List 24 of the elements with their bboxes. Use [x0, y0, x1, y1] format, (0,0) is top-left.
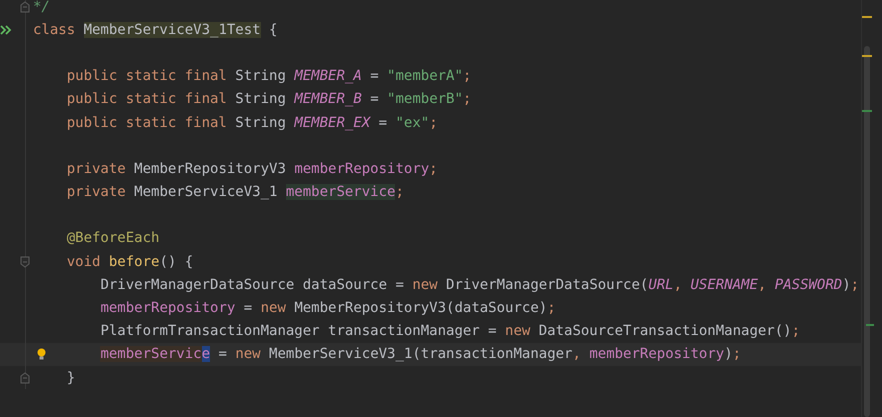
- code-line: memberService = new MemberServiceV3_1(transactionManager, memberRepository);: [99, 345, 742, 364]
- change-marker: [862, 110, 872, 112]
- code-line: memberRepository = new MemberRepositoryV3(dataSource);: [99, 299, 556, 318]
- code-line: DriverManagerDataSource dataSource = new DriverManagerDataSource(URL, USERNAME, PASSWORD);: [99, 276, 860, 295]
- code-line: private MemberRepositoryV3 memberRepository;: [66, 160, 438, 179]
- code-line: public static final String MEMBER_B = "memberB";: [66, 90, 472, 110]
- change-marker: [866, 324, 874, 326]
- code-line: */: [33, 0, 50, 17]
- code-line: public static final String MEMBER_A = "memberA";: [66, 67, 472, 86]
- code-line: @BeforeEach: [66, 229, 160, 248]
- scrollbar-track[interactable]: [864, 46, 870, 417]
- lightbulb-icon[interactable]: [37, 348, 46, 360]
- fold-icon[interactable]: [19, 372, 31, 384]
- warning-marker: [862, 55, 872, 57]
- code-line: private MemberServiceV3_1 memberService;: [66, 183, 404, 202]
- code-line: class MemberServiceV3_1Test {: [33, 20, 278, 40]
- code-line: PlatformTransactionManager transactionManager = new DataSourceTransactionManager();: [99, 322, 800, 342]
- warning-marker: [862, 16, 872, 18]
- fold-icon[interactable]: [19, 256, 31, 268]
- run-icon[interactable]: [0, 25, 12, 36]
- fold-icon[interactable]: [19, 1, 31, 13]
- code-line: void before() {: [66, 252, 194, 272]
- code-line: }: [66, 368, 76, 388]
- code-line: public static final String MEMBER_EX = "ex";: [66, 114, 438, 133]
